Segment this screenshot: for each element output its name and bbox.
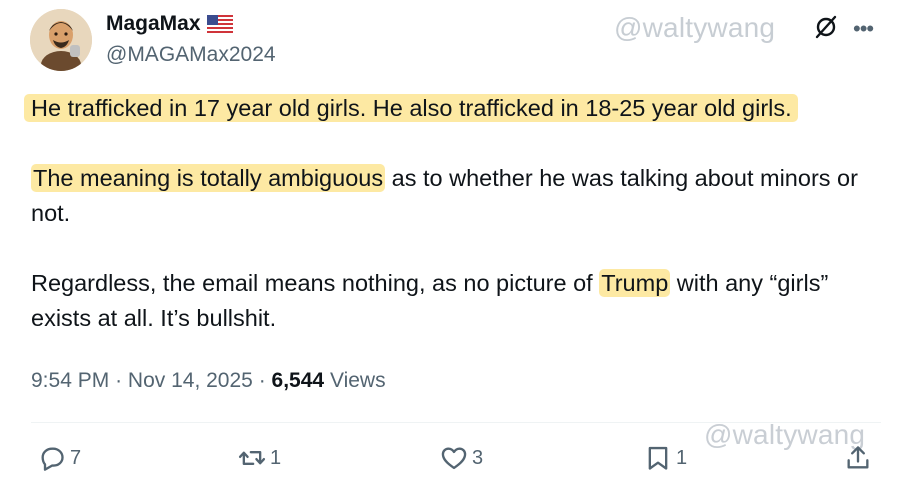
author-handle[interactable]: @MAGAMax2024 [106, 43, 276, 67]
bookmark-button[interactable]: 1 [644, 444, 687, 472]
like-button[interactable]: 3 [440, 444, 483, 472]
tweet-date[interactable]: Nov 14, 2025 [128, 369, 253, 392]
highlighted-text: He trafficked in 17 year old girls. He a… [24, 94, 798, 122]
repost-icon [238, 451, 266, 465]
reply-icon [41, 447, 64, 471]
heart-icon [441, 447, 467, 470]
tweet-paragraph-2: The meaning is totally ambiguous as to w… [31, 161, 881, 231]
author-name-text: MagaMax [106, 12, 201, 35]
reply-count: 7 [70, 446, 82, 469]
tweet-time[interactable]: 9:54 PM [31, 369, 109, 392]
more-options-icon[interactable]: ••• [853, 18, 874, 40]
author-display-name[interactable]: MagaMax [106, 12, 233, 36]
share-icon [847, 446, 869, 469]
meta-separator: · [115, 369, 123, 392]
highlighted-text: Trump [599, 269, 671, 297]
tweet-paragraph-3: Regardless, the email means nothing, as … [31, 266, 881, 336]
watermark-top: @waltywang [614, 12, 776, 43]
us-flag-icon [206, 15, 233, 33]
tweet-meta: 9:54 PM · Nov 14, 2025 · 6,544 Views [31, 369, 386, 393]
tweet-text: He trafficked in 17 year old girls. He a… [24, 91, 881, 371]
views-label: Views [329, 369, 386, 392]
views-count: 6,544 [271, 369, 325, 392]
bookmark-icon [648, 446, 668, 470]
avatar[interactable] [30, 9, 92, 71]
bookmark-count: 1 [676, 446, 688, 469]
share-button[interactable] [844, 444, 872, 472]
reply-button[interactable]: 7 [38, 444, 81, 472]
like-count: 3 [472, 446, 484, 469]
grok-icon[interactable] [813, 14, 839, 40]
tweet-paragraph-1: He trafficked in 17 year old girls. He a… [24, 91, 881, 126]
avatar-image [30, 9, 92, 71]
watermark-bottom: @waltywang [704, 419, 866, 450]
paragraph-text: Regardless, the email means nothing, as … [31, 270, 600, 296]
repost-button[interactable]: 1 [238, 444, 281, 472]
highlighted-text: The meaning is totally ambiguous [31, 164, 386, 192]
repost-count: 1 [270, 446, 282, 469]
meta-separator: · [258, 369, 266, 392]
